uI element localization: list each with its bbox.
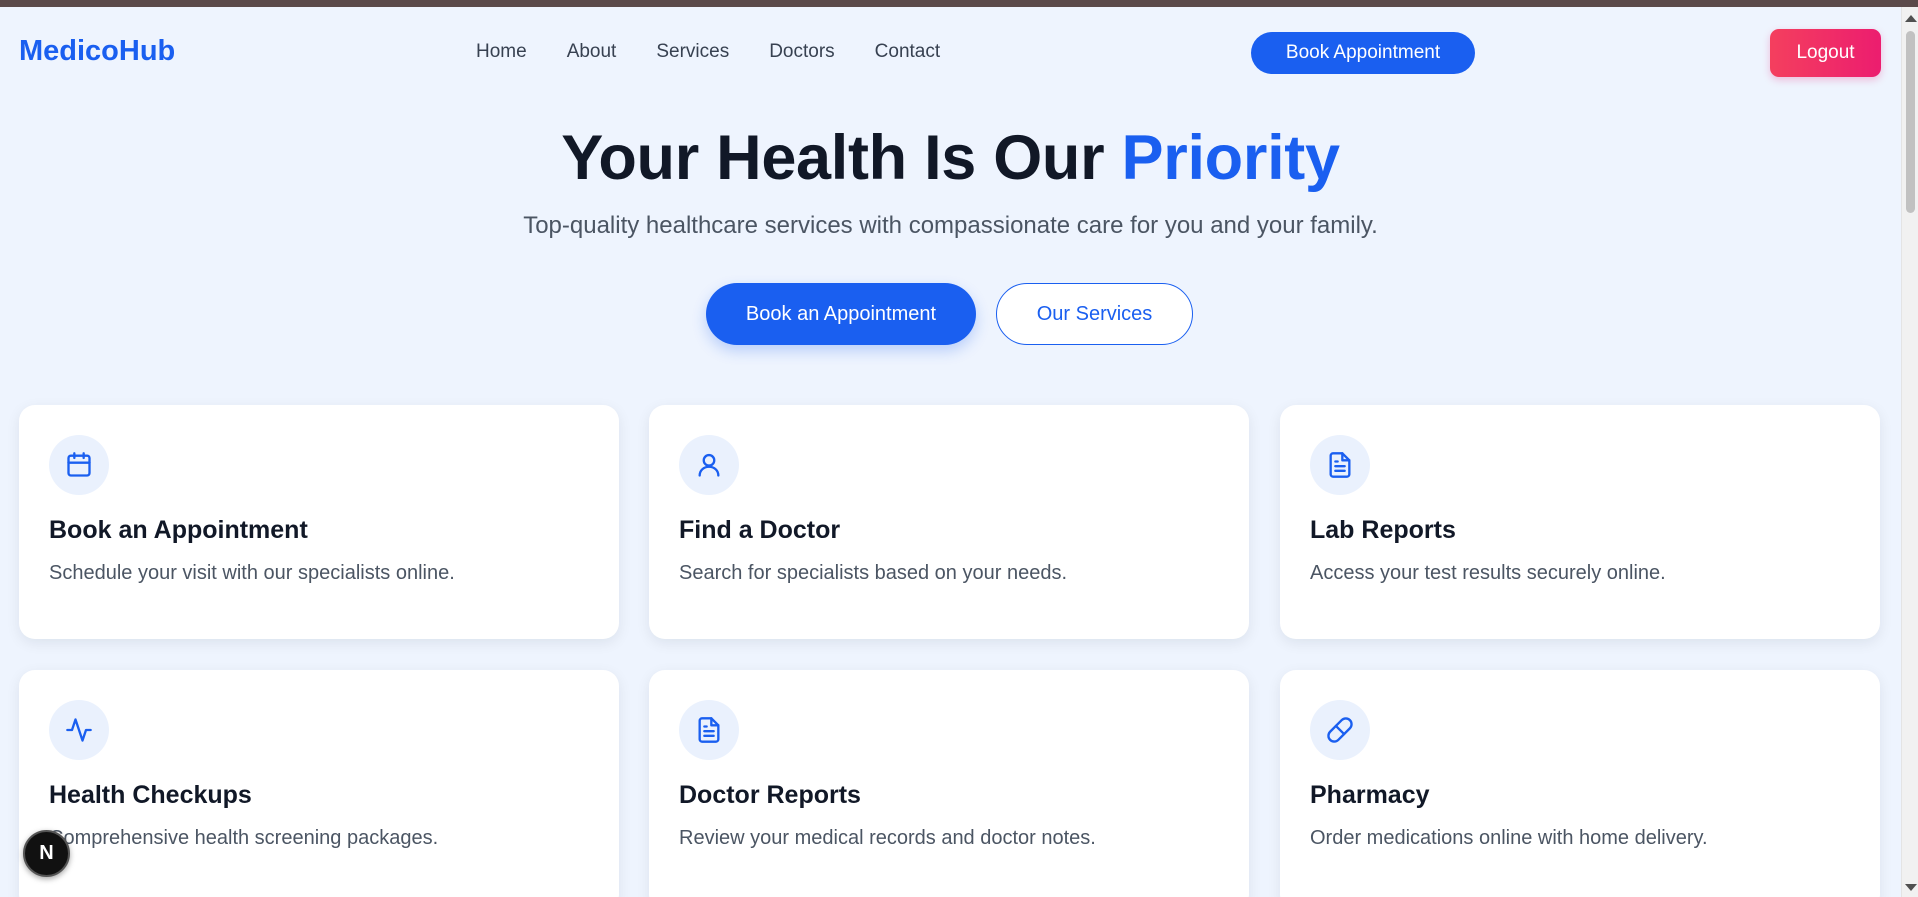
- service-card-description: Order medications online with home deliv…: [1310, 827, 1708, 849]
- service-card-health-checkups[interactable]: Health Checkups Comprehensive health scr…: [19, 670, 619, 897]
- book-appointment-button[interactable]: Book Appointment: [1251, 32, 1475, 74]
- service-card-book-appointment[interactable]: Book an Appointment Schedule your visit …: [19, 405, 619, 639]
- nav-doctors[interactable]: Doctors: [769, 41, 834, 63]
- scroll-down-arrow-icon[interactable]: [1905, 884, 1917, 891]
- service-card-title: Book an Appointment: [49, 516, 308, 544]
- service-card-title: Lab Reports: [1310, 516, 1456, 544]
- hero-title-main: Your Health Is Our: [561, 123, 1122, 193]
- service-card-title: Find a Doctor: [679, 516, 841, 544]
- service-card-description: Access your test results securely online…: [1310, 562, 1666, 584]
- service-card-title: Health Checkups: [49, 781, 252, 809]
- calendar-icon: [49, 435, 109, 495]
- navbar: MedicoHub Home About Services Doctors Co…: [0, 7, 1901, 99]
- logout-button[interactable]: Logout: [1770, 29, 1881, 77]
- vertical-scrollbar[interactable]: [1901, 7, 1918, 897]
- brand-logo[interactable]: MedicoHub: [19, 35, 175, 68]
- service-card-description: Review your medical records and doctor n…: [679, 827, 1096, 849]
- service-card-description: Comprehensive health screening packages.: [49, 827, 439, 849]
- browser-top-strip: [0, 0, 1918, 7]
- dev-tools-badge[interactable]: N: [23, 830, 70, 877]
- hero-subtitle: Top-quality healthcare services with com…: [523, 212, 1378, 239]
- book-an-appointment-button[interactable]: Book an Appointment: [706, 283, 976, 345]
- document-icon: [679, 700, 739, 760]
- hero-title-accent: Priority: [1121, 123, 1340, 193]
- nav-home[interactable]: Home: [476, 41, 527, 63]
- service-card-find-doctor[interactable]: Find a Doctor Search for specialists bas…: [649, 405, 1249, 639]
- service-card-description: Schedule your visit with our specialists…: [49, 562, 455, 584]
- service-card-description: Search for specialists based on your nee…: [679, 562, 1067, 584]
- service-card-doctor-reports[interactable]: Doctor Reports Review your medical recor…: [649, 670, 1249, 897]
- nav-about[interactable]: About: [567, 41, 617, 63]
- service-card-title: Doctor Reports: [679, 781, 861, 809]
- service-card-lab-reports[interactable]: Lab Reports Access your test results sec…: [1280, 405, 1880, 639]
- our-services-button[interactable]: Our Services: [996, 283, 1193, 345]
- page-main: MedicoHub Home About Services Doctors Co…: [0, 7, 1901, 897]
- scroll-up-arrow-icon[interactable]: [1905, 15, 1917, 22]
- nav-services[interactable]: Services: [656, 41, 729, 63]
- document-icon: [1310, 435, 1370, 495]
- user-icon: [679, 435, 739, 495]
- nav-links: Home About Services Doctors Contact: [476, 41, 940, 63]
- hero-title: Your Health Is Our Priority: [0, 122, 1901, 194]
- scroll-thumb[interactable]: [1906, 31, 1915, 213]
- activity-icon: [49, 700, 109, 760]
- service-card-pharmacy[interactable]: Pharmacy Order medications online with h…: [1280, 670, 1880, 897]
- service-card-title: Pharmacy: [1310, 781, 1430, 809]
- pill-icon: [1310, 700, 1370, 760]
- nav-contact[interactable]: Contact: [875, 41, 940, 63]
